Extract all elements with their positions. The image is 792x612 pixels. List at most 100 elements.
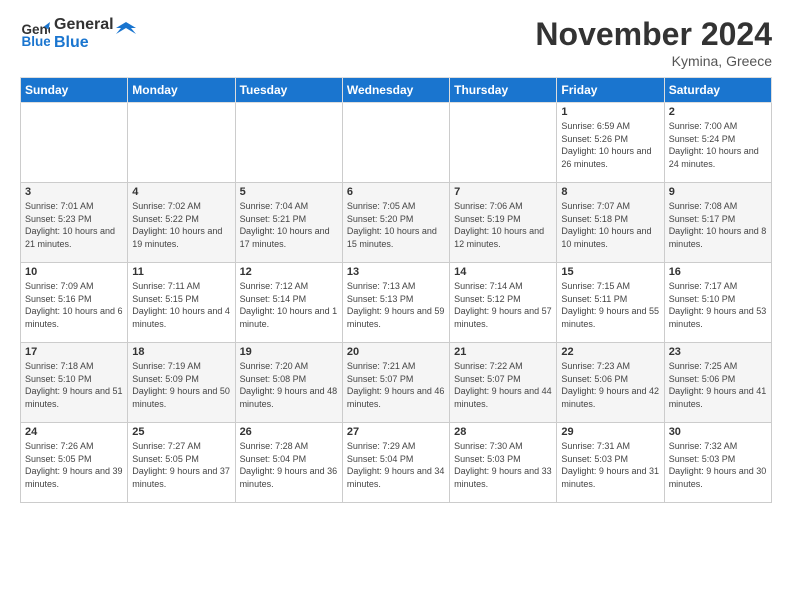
day-number: 19 [240,346,338,358]
calendar-cell: 27Sunrise: 7:29 AM Sunset: 5:04 PM Dayli… [342,423,449,503]
day-info: Sunrise: 7:05 AM Sunset: 5:20 PM Dayligh… [347,200,445,250]
calendar-cell: 6 Sunrise: 7:05 AM Sunset: 5:20 PM Daylig… [342,183,449,263]
calendar-cell: 7 Sunrise: 7:06 AM Sunset: 5:19 PM Daylig… [450,183,557,263]
day-number: 30 [669,426,767,438]
day-info: Sunrise: 6:59 AM Sunset: 5:26 PM Dayligh… [561,120,659,170]
calendar-cell: 2 Sunrise: 7:00 AM Sunset: 5:24 PM Daylig… [664,103,771,183]
day-number: 12 [240,266,338,278]
day-info: Sunrise: 7:21 AM Sunset: 5:07 PM Dayligh… [347,360,445,410]
day-number: 26 [240,426,338,438]
day-info: Sunrise: 7:17 AM Sunset: 5:10 PM Dayligh… [669,280,767,330]
logo-icon: General Blue [20,19,50,49]
calendar-cell: 23Sunrise: 7:25 AM Sunset: 5:06 PM Dayli… [664,343,771,423]
day-info: Sunrise: 7:13 AM Sunset: 5:13 PM Dayligh… [347,280,445,330]
calendar-cell: 9Sunrise: 7:08 AM Sunset: 5:17 PM Daylig… [664,183,771,263]
day-info: Sunrise: 7:22 AM Sunset: 5:07 PM Dayligh… [454,360,552,410]
day-number: 6 [347,186,445,198]
calendar-cell: 17 Sunrise: 7:18 AM Sunset: 5:10 PM Dayli… [21,343,128,423]
calendar-cell: 29 Sunrise: 7:31 AM Sunset: 5:03 PM Dayli… [557,423,664,503]
day-info: Sunrise: 7:32 AM Sunset: 5:03 PM Dayligh… [669,440,767,490]
day-number: 15 [561,266,659,278]
calendar-cell [235,103,342,183]
calendar-cell: 3 Sunrise: 7:01 AM Sunset: 5:23 PM Daylig… [21,183,128,263]
day-info: Sunrise: 7:18 AM Sunset: 5:10 PM Dayligh… [25,360,123,410]
calendar-cell [128,103,235,183]
week-row-3: 10Sunrise: 7:09 AM Sunset: 5:16 PM Dayli… [21,263,772,343]
calendar-table: SundayMondayTuesdayWednesdayThursdayFrid… [20,77,772,503]
day-info: Sunrise: 7:29 AM Sunset: 5:04 PM Dayligh… [347,440,445,490]
day-info: Sunrise: 7:19 AM Sunset: 5:09 PM Dayligh… [132,360,230,410]
day-info: Sunrise: 7:30 AM Sunset: 5:03 PM Dayligh… [454,440,552,490]
calendar-cell: 25Sunrise: 7:27 AM Sunset: 5:05 PM Dayli… [128,423,235,503]
day-info: Sunrise: 7:01 AM Sunset: 5:23 PM Dayligh… [25,200,123,250]
day-number: 7 [454,186,552,198]
calendar-cell: 12 Sunrise: 7:12 AM Sunset: 5:14 PM Dayli… [235,263,342,343]
calendar-cell: 14Sunrise: 7:14 AM Sunset: 5:12 PM Dayli… [450,263,557,343]
calendar-cell: 21 Sunrise: 7:22 AM Sunset: 5:07 PM Dayli… [450,343,557,423]
calendar-cell: 8 Sunrise: 7:07 AM Sunset: 5:18 PM Daylig… [557,183,664,263]
calendar-cell: 11 Sunrise: 7:11 AM Sunset: 5:15 PM Dayli… [128,263,235,343]
day-info: Sunrise: 7:12 AM Sunset: 5:14 PM Dayligh… [240,280,338,330]
logo-bird-icon [116,20,136,40]
day-info: Sunrise: 7:07 AM Sunset: 5:18 PM Dayligh… [561,200,659,250]
week-row-1: 1 Sunrise: 6:59 AM Sunset: 5:26 PM Daylig… [21,103,772,183]
day-header-sunday: Sunday [21,78,128,103]
calendar-cell: 5 Sunrise: 7:04 AM Sunset: 5:21 PM Daylig… [235,183,342,263]
calendar-page: General Blue General Blue November 2024 … [0,0,792,612]
logo: General Blue General Blue [20,16,136,51]
day-number: 17 [25,346,123,358]
day-info: Sunrise: 7:15 AM Sunset: 5:11 PM Dayligh… [561,280,659,330]
day-number: 8 [561,186,659,198]
title-block: November 2024 Kymina, Greece [535,16,772,69]
calendar-cell: 20 Sunrise: 7:21 AM Sunset: 5:07 PM Dayli… [342,343,449,423]
day-number: 10 [25,266,123,278]
calendar-cell: 30 Sunrise: 7:32 AM Sunset: 5:03 PM Dayli… [664,423,771,503]
day-info: Sunrise: 7:20 AM Sunset: 5:08 PM Dayligh… [240,360,338,410]
day-header-friday: Friday [557,78,664,103]
calendar-cell: 24Sunrise: 7:26 AM Sunset: 5:05 PM Dayli… [21,423,128,503]
calendar-cell: 4Sunrise: 7:02 AM Sunset: 5:22 PM Daylig… [128,183,235,263]
day-info: Sunrise: 7:00 AM Sunset: 5:24 PM Dayligh… [669,120,767,170]
day-number: 20 [347,346,445,358]
calendar-cell: 1 Sunrise: 6:59 AM Sunset: 5:26 PM Daylig… [557,103,664,183]
day-number: 21 [454,346,552,358]
day-info: Sunrise: 7:23 AM Sunset: 5:06 PM Dayligh… [561,360,659,410]
day-info: Sunrise: 7:28 AM Sunset: 5:04 PM Dayligh… [240,440,338,490]
calendar-cell [21,103,128,183]
calendar-cell: 19 Sunrise: 7:20 AM Sunset: 5:08 PM Dayli… [235,343,342,423]
calendar-cell [342,103,449,183]
day-header-wednesday: Wednesday [342,78,449,103]
calendar-cell: 28 Sunrise: 7:30 AM Sunset: 5:03 PM Dayli… [450,423,557,503]
calendar-cell: 15 Sunrise: 7:15 AM Sunset: 5:11 PM Dayli… [557,263,664,343]
day-info: Sunrise: 7:08 AM Sunset: 5:17 PM Dayligh… [669,200,767,250]
day-number: 28 [454,426,552,438]
calendar-cell: 16 Sunrise: 7:17 AM Sunset: 5:10 PM Dayli… [664,263,771,343]
calendar-cell: 22 Sunrise: 7:23 AM Sunset: 5:06 PM Dayli… [557,343,664,423]
location: Kymina, Greece [535,53,772,69]
day-number: 11 [132,266,230,278]
week-row-4: 17 Sunrise: 7:18 AM Sunset: 5:10 PM Dayli… [21,343,772,423]
day-header-saturday: Saturday [664,78,771,103]
calendar-cell [450,103,557,183]
week-row-5: 24Sunrise: 7:26 AM Sunset: 5:05 PM Dayli… [21,423,772,503]
day-number: 16 [669,266,767,278]
day-info: Sunrise: 7:25 AM Sunset: 5:06 PM Dayligh… [669,360,767,410]
day-number: 2 [669,106,767,118]
day-number: 3 [25,186,123,198]
day-info: Sunrise: 7:11 AM Sunset: 5:15 PM Dayligh… [132,280,230,330]
calendar-cell: 26 Sunrise: 7:28 AM Sunset: 5:04 PM Dayli… [235,423,342,503]
day-number: 24 [25,426,123,438]
day-number: 4 [132,186,230,198]
day-info: Sunrise: 7:31 AM Sunset: 5:03 PM Dayligh… [561,440,659,490]
day-number: 1 [561,106,659,118]
day-info: Sunrise: 7:27 AM Sunset: 5:05 PM Dayligh… [132,440,230,490]
day-number: 13 [347,266,445,278]
day-number: 29 [561,426,659,438]
calendar-cell: 10Sunrise: 7:09 AM Sunset: 5:16 PM Dayli… [21,263,128,343]
day-info: Sunrise: 7:04 AM Sunset: 5:21 PM Dayligh… [240,200,338,250]
day-number: 5 [240,186,338,198]
day-number: 22 [561,346,659,358]
day-info: Sunrise: 7:06 AM Sunset: 5:19 PM Dayligh… [454,200,552,250]
calendar-cell: 13 Sunrise: 7:13 AM Sunset: 5:13 PM Dayli… [342,263,449,343]
day-info: Sunrise: 7:14 AM Sunset: 5:12 PM Dayligh… [454,280,552,330]
